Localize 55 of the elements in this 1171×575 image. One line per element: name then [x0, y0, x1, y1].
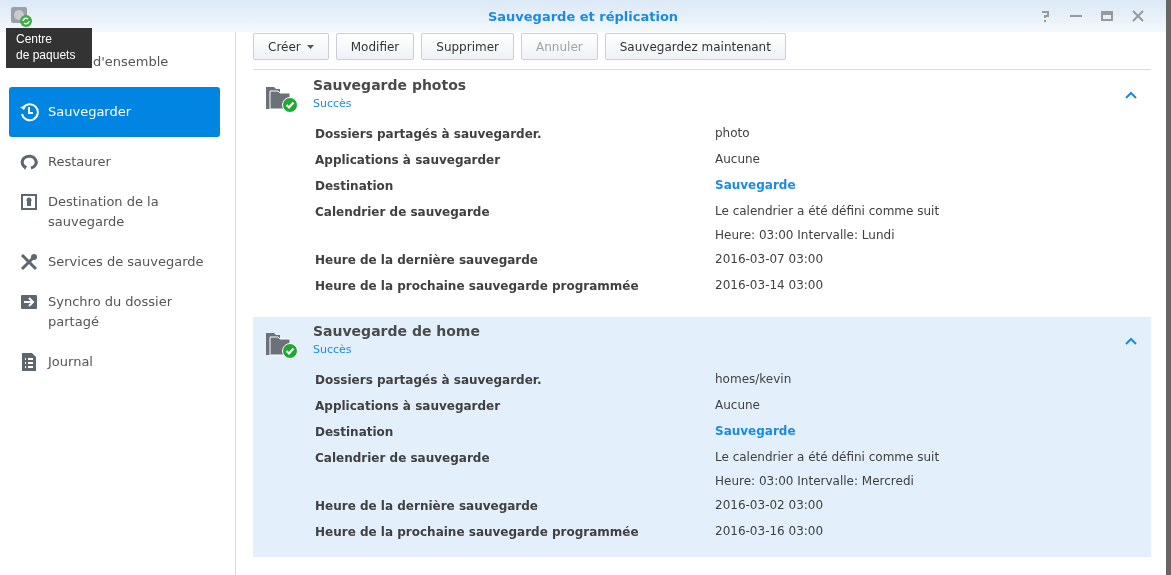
help-icon[interactable] [1039, 10, 1051, 22]
tools-icon [19, 252, 39, 272]
task-name: Sauvegarde de home [313, 323, 480, 339]
detail-value: 2016-03-07 03:00 [715, 251, 824, 268]
detail-label: Applications à sauvegarder [315, 152, 502, 169]
detail-value: Le calendrier a été défini comme suit [715, 203, 940, 220]
clock-icon [19, 102, 39, 122]
detail-label: Heure de la dernière sauvegarde [315, 252, 539, 269]
sidebar-item[interactable]: Services de sauvegarde [9, 242, 220, 282]
detail-label: Destination [315, 424, 395, 441]
toolbar-button[interactable]: Modifier [335, 33, 415, 60]
detail-label: Calendrier de sauvegarde [315, 204, 491, 221]
tooltip: Centre de paquets [6, 28, 92, 68]
detail-value: Aucune [715, 151, 760, 168]
task-panel[interactable] [253, 317, 1151, 557]
collapse-icon[interactable] [1125, 337, 1137, 345]
toolbar-button[interactable]: Sauvegardez maintenant [604, 33, 786, 60]
detail-label: Heure de la prochaine sauvegarde programmée [315, 278, 640, 295]
sidebar-item[interactable]: Sauvegarder [9, 87, 220, 137]
keyhole-icon [19, 192, 39, 212]
detail-value: homes/kevin [715, 371, 792, 388]
minimize-icon[interactable] [1070, 14, 1082, 18]
task-status: Succès [313, 343, 353, 356]
collapse-icon[interactable] [1125, 91, 1137, 99]
detail-value: 2016-03-14 03:00 [715, 277, 824, 294]
toolbar-button[interactable]: Créer [253, 33, 329, 60]
circular-arrow-icon [19, 152, 39, 172]
detail-label: Dossiers partagés à sauvegarder. [315, 126, 543, 143]
toolbar-button[interactable]: Supprimer [421, 33, 514, 60]
task-name: Sauvegarde photos [313, 77, 467, 93]
sidebar-item[interactable]: Destination de la sauvegarde [9, 182, 220, 242]
sidebar-item[interactable]: Synchro du dossier partagé [9, 282, 220, 342]
detail-value: Aucune [715, 397, 760, 414]
package-icon[interactable] [9, 4, 33, 28]
detail-value: 2016-03-16 03:00 [715, 523, 824, 540]
detail-value: Heure: 03:00 Intervalle: Mercredi [715, 473, 915, 490]
detail-value: Le calendrier a été défini comme suit [715, 449, 940, 466]
detail-label: Dossiers partagés à sauvegarder. [315, 372, 543, 389]
detail-value: photo [715, 125, 750, 142]
detail-label: Heure de la dernière sauvegarde [315, 498, 539, 515]
list-document-icon [19, 352, 39, 372]
sidebar-item[interactable]: Restaurer [9, 142, 220, 182]
destination-link[interactable]: Sauvegarde [715, 173, 796, 197]
window-title: Sauvegarde et réplication [487, 8, 679, 24]
task-status: Succès [313, 97, 353, 110]
detail-label: Heure de la prochaine sauvegarde programmée [315, 524, 640, 541]
arrow-box-icon [19, 292, 39, 312]
detail-label: Calendrier de sauvegarde [315, 450, 491, 467]
detail-label: Applications à sauvegarder [315, 398, 502, 415]
sidebar-item[interactable]: Journal [9, 342, 220, 382]
detail-label: Destination [315, 178, 395, 195]
detail-value: Heure: 03:00 Intervalle: Lundi [715, 227, 896, 244]
detail-value: 2016-03-02 03:00 [715, 497, 824, 514]
close-icon[interactable] [1132, 10, 1144, 22]
maximize-icon[interactable] [1101, 11, 1113, 21]
